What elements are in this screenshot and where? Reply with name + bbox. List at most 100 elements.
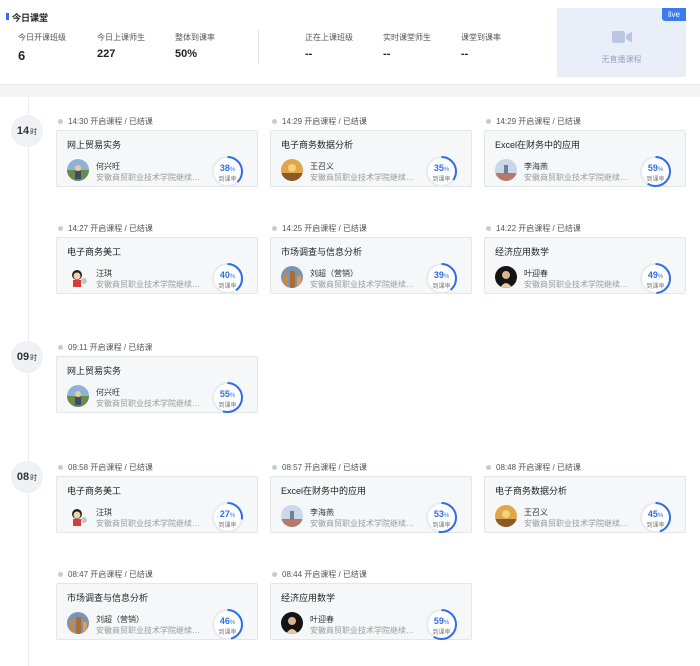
class-card-body[interactable]: Excel在财务中的应用李海燕安徽商贸职业技术学院继续教育学院 53% 到课率 [270, 476, 472, 533]
attendance-value: 59 [647, 163, 658, 173]
school-name: 安徽商贸职业技术学院继续教育学院 [524, 173, 634, 182]
school-name: 安徽商贸职业技术学院继续教育学院 [524, 280, 634, 289]
class-card-body[interactable]: 电子商务数据分析王召义安徽商贸职业技术学院继续教育学院 45% 到课率 [484, 476, 686, 533]
school-name: 安徽商贸职业技术学院继续教育学院 [310, 173, 420, 182]
course-title[interactable]: Excel在财务中的应用 [281, 484, 366, 497]
class-card[interactable]: 14:30 开启课程 / 已结课网上贸易实务何兴旺安徽商贸职业技术学院继续教育学… [56, 116, 258, 187]
live-badge: live [661, 8, 686, 21]
class-card-body[interactable]: Excel在财务中的应用李海燕安徽商贸职业技术学院继续教育学院 59% 到课率 [484, 130, 686, 187]
start-time-text: 14:29 开启课程 / 已结课 [496, 117, 581, 126]
course-title[interactable]: 电子商务美工 [67, 245, 121, 258]
timeline-dot [272, 465, 277, 470]
class-card[interactable]: 08:44 开启课程 / 已结课经济应用数学叶迎春安徽商贸职业技术学院继续教育学… [270, 569, 472, 640]
live-course-box[interactable]: live 无直播课程 [557, 8, 686, 77]
stat-classes-today: 今日开课班级 6 [18, 32, 66, 63]
course-title[interactable]: 网上贸易实务 [67, 138, 121, 151]
teacher-avatar [67, 385, 89, 407]
class-start-time: 14:29 开启课程 / 已结课 [270, 116, 472, 127]
teacher-name: 汪琪 [96, 508, 112, 517]
attendance-percent: 53% [425, 509, 458, 519]
percent-sign: % [443, 167, 450, 173]
hour-number: 09 [16, 351, 30, 363]
class-card[interactable]: 08:57 开启课程 / 已结课 Excel在财务中的应用 李海燕 安徽商贸职业技术学… [270, 462, 472, 533]
start-time-text: 14:30 开启课程 / 已结课 [68, 117, 153, 126]
section-gap [0, 85, 700, 97]
attendance-percent: 59% [639, 163, 672, 173]
attendance-value: 49 [647, 270, 658, 280]
class-card-body[interactable]: 电子商务数据分析王召义安徽商贸职业技术学院继续教育学院 35% 到课率 [270, 130, 472, 187]
course-title[interactable]: 市场调查与信息分析 [281, 245, 362, 258]
class-card[interactable]: 14:27 开启课程 / 已结课电子商务美工汪琪安徽商贸职业技术学院继续教育学院… [56, 223, 258, 294]
course-title[interactable]: 电子商务数据分析 [281, 138, 353, 151]
class-card[interactable]: 08:58 开启课程 / 已结课电子商务美工汪琪安徽商贸职业技术学院继续教育学院… [56, 462, 258, 533]
hour-marker-09: 09时 [11, 341, 43, 373]
percent-sign: % [443, 513, 450, 519]
stat-label: 整体到课率 [175, 33, 215, 42]
timeline-dot [272, 572, 277, 577]
class-card-body[interactable]: 网上贸易实务何兴旺安徽商贸职业技术学院继续教育学院 38% 到课率 [56, 130, 258, 187]
class-card-body[interactable]: 经济应用数学叶迎春安徽商贸职业技术学院继续教育学院 59% 到课率 [270, 583, 472, 640]
today-class-panel: 今日课堂 今日开课班级 6 今日上课师生 227 整体到课率 50% 正在上课班… [0, 0, 700, 85]
course-title[interactable]: 经济应用数学 [281, 591, 335, 604]
class-card-body[interactable]: 网上贸易实务何兴旺安徽商贸职业技术学院继续教育学院 55% 到课率 [56, 356, 258, 413]
school-name: 安徽商贸职业技术学院继续教育学院 [310, 519, 420, 528]
class-card[interactable]: 14:29 开启课程 / 已结课 电子商务数据分析 王召义 安徽商贸职业技术学院继续教… [270, 116, 472, 187]
class-card-body[interactable]: 经济应用数学叶迎春安徽商贸职业技术学院继续教育学院 49% 到课率 [484, 237, 686, 294]
percent-sign: % [229, 513, 236, 519]
course-title[interactable]: Excel在财务中的应用 [495, 138, 580, 151]
stat-label: 今日开课班级 [18, 33, 66, 42]
school-name: 安徽商贸职业技术学院继续教育学院 [96, 280, 206, 289]
class-card[interactable]: 14:29 开启课程 / 已结课 Excel在财务中的应用 李海燕 安徽商贸职业技术学… [484, 116, 686, 187]
attendance-value: 59 [433, 616, 444, 626]
class-card-body[interactable]: 电子商务美工汪琪安徽商贸职业技术学院继续教育学院 40% 到课率 [56, 237, 258, 294]
attendance-label: 到课率 [218, 403, 237, 409]
percent-sign: % [229, 274, 236, 280]
class-card-body[interactable]: 市场调查与信息分析刘超（营销） 安徽商贸职业技术学院继续教育学院 39% 到课率 [270, 237, 472, 294]
timeline-dot [486, 226, 491, 231]
teacher-name: 何兴旺 [96, 162, 120, 171]
attendance-ring: 46% 到课率 [211, 608, 244, 641]
class-card-body[interactable]: 市场调查与信息分析刘超（营销） 安徽商贸职业技术学院继续教育学院 46% 到课率 [56, 583, 258, 640]
attendance-value: 55 [219, 389, 230, 399]
teacher-name: 汪琪 [96, 269, 112, 278]
class-start-time: 08:48 开启课程 / 已结课 [484, 462, 686, 473]
course-title[interactable]: 电子商务数据分析 [495, 484, 567, 497]
class-card[interactable]: 08:47 开启课程 / 已结课 市场调查与信息分析 刘超（营销） 安徽商贸职业技术学… [56, 569, 258, 640]
start-time-text: 14:27 开启课程 / 已结课 [68, 224, 153, 233]
class-start-time: 08:57 开启课程 / 已结课 [270, 462, 472, 473]
attendance-ring: 59% 到课率 [639, 155, 672, 188]
percent-sign: % [657, 274, 664, 280]
attendance-value: 35 [433, 163, 444, 173]
class-start-time: 14:22 开启课程 / 已结课 [484, 223, 686, 234]
course-title[interactable]: 市场调查与信息分析 [67, 591, 148, 604]
stat-people-today: 今日上课师生 227 [97, 32, 145, 60]
attendance-value: 53 [433, 509, 444, 519]
course-title[interactable]: 经济应用数学 [495, 245, 549, 258]
class-card[interactable]: 08:48 开启课程 / 已结课电子商务数据分析王召义安徽商贸职业技术学院继续教… [484, 462, 686, 533]
teacher-avatar [281, 159, 303, 181]
timeline-dot [58, 465, 63, 470]
percent-sign: % [657, 513, 664, 519]
attendance-percent: 40% [211, 270, 244, 280]
stat-class-rate: 课堂到课率 -- [461, 32, 501, 60]
attendance-value: 38 [219, 163, 230, 173]
class-start-time: 08:58 开启课程 / 已结课 [56, 462, 258, 473]
percent-sign: % [657, 167, 664, 173]
class-card-body[interactable]: 电子商务美工汪琪安徽商贸职业技术学院继续教育学院 27% 到课率 [56, 476, 258, 533]
class-card[interactable]: 14:25 开启课程 / 已结课 市场调查与信息分析 刘超（营销） 安徽商贸职业技术学… [270, 223, 472, 294]
attendance-percent: 59% [425, 616, 458, 626]
class-card[interactable]: 14:22 开启课程 / 已结课经济应用数学叶迎春安徽商贸职业技术学院继续教育学… [484, 223, 686, 294]
teacher-name: 王召义 [524, 508, 548, 517]
attendance-label: 到课率 [646, 284, 665, 290]
course-title[interactable]: 电子商务美工 [67, 484, 121, 497]
teacher-avatar [495, 159, 517, 181]
timeline-dot [58, 572, 63, 577]
start-time-text: 08:58 开启课程 / 已结课 [68, 463, 153, 472]
school-name: 安徽商贸职业技术学院继续教育学院 [310, 280, 420, 289]
school-name: 安徽商贸职业技术学院继续教育学院 [96, 399, 206, 408]
course-title[interactable]: 网上贸易实务 [67, 364, 121, 377]
class-card[interactable]: 09:11 开启课程 / 已结课网上贸易实务何兴旺安徽商贸职业技术学院继续教育学… [56, 342, 258, 413]
class-start-time: 14:30 开启课程 / 已结课 [56, 116, 258, 127]
school-name: 安徽商贸职业技术学院继续教育学院 [310, 626, 420, 635]
school-name: 安徽商贸职业技术学院继续教育学院 [524, 519, 634, 528]
